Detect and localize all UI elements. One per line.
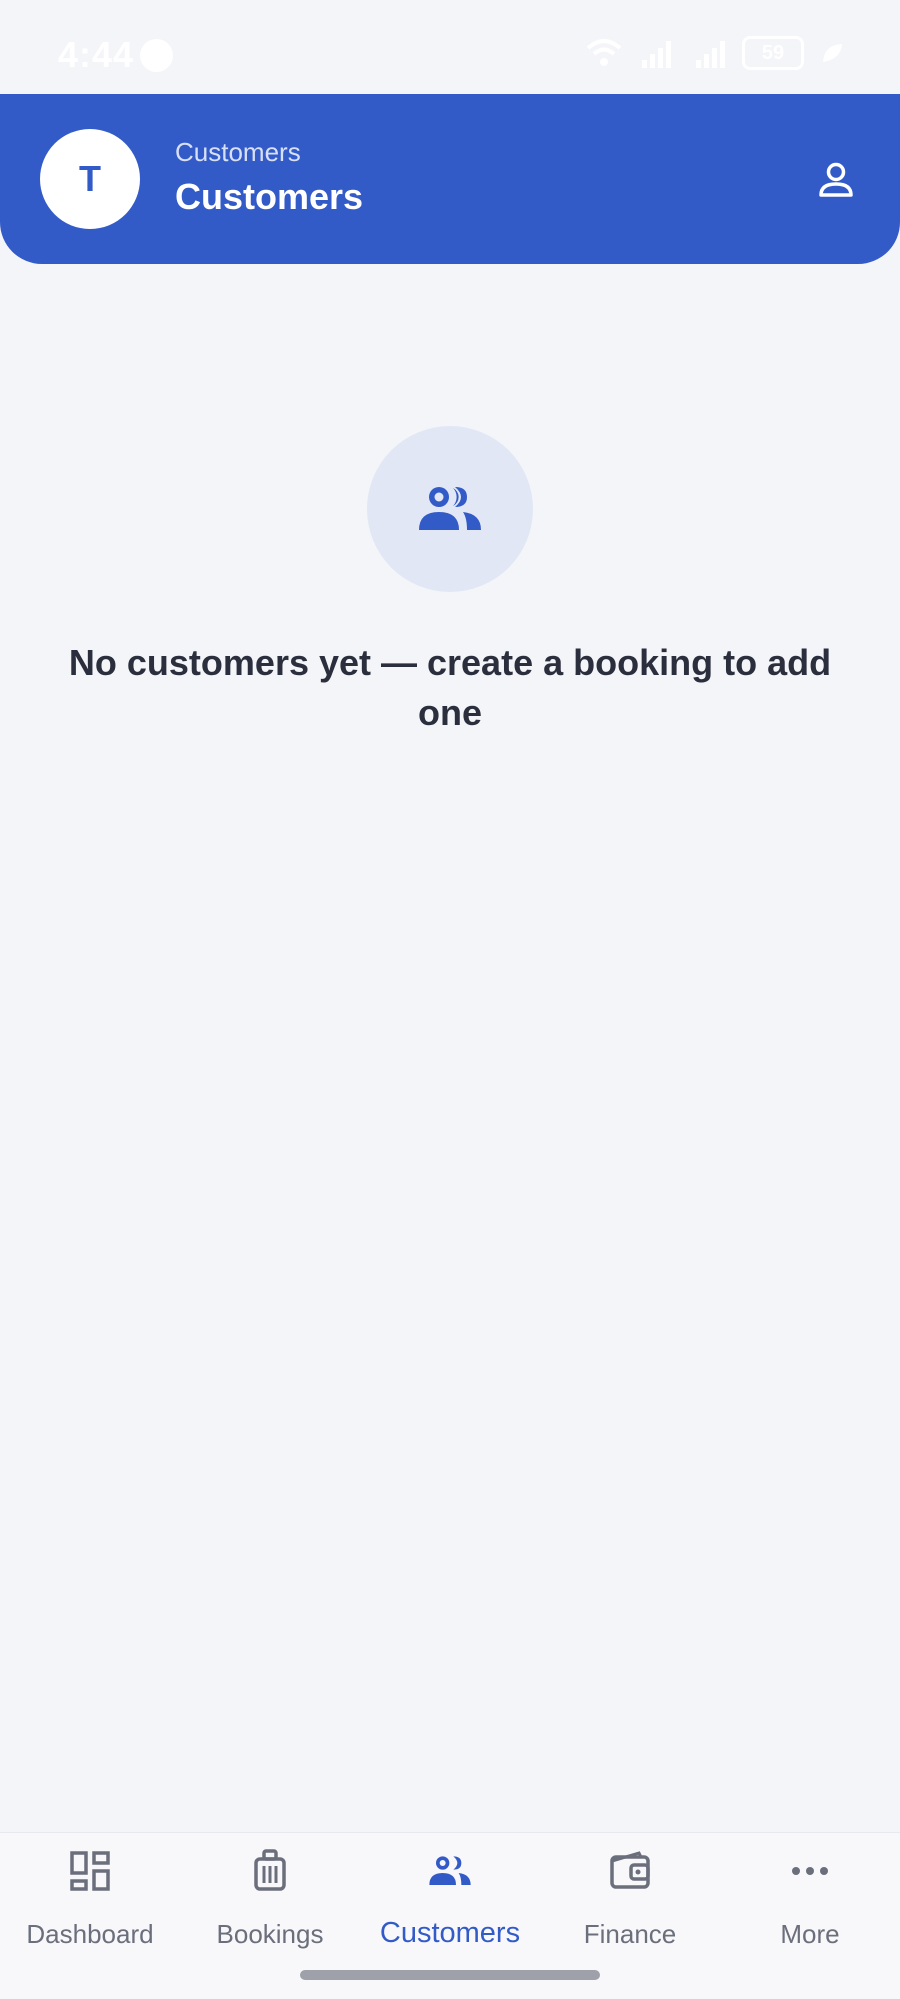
more-dots-icon	[792, 1867, 828, 1875]
nav-label-finance: Finance	[583, 1919, 677, 1949]
nav-label-more: More	[780, 1919, 840, 1949]
facebook-notification-icon	[140, 39, 173, 72]
leaf-icon	[823, 44, 842, 62]
nav-label-customers: Customers	[379, 1917, 521, 1949]
nav-label-dashboard: Dashboard	[26, 1919, 154, 1949]
page-title: Customers	[175, 176, 364, 217]
nav-item-bookings[interactable]: Bookings	[180, 1833, 360, 1953]
dashboard-icon	[70, 1851, 110, 1891]
battery-icon: 59	[742, 36, 804, 70]
wifi-icon	[586, 39, 622, 66]
status-icons: 59	[584, 36, 844, 70]
nav-item-dashboard[interactable]: Dashboard	[0, 1833, 180, 1953]
status-time: 4:44	[58, 34, 135, 75]
luggage-icon	[254, 1849, 286, 1891]
nav-item-customers[interactable]: Customers	[360, 1833, 540, 1953]
nav-item-finance[interactable]: Finance	[540, 1833, 720, 1953]
people-icon	[419, 487, 481, 530]
status-bar: 4:44 59	[0, 0, 900, 94]
home-indicator[interactable]	[300, 1970, 600, 1980]
profile-button[interactable]	[810, 154, 862, 206]
empty-state-message: No customers yet — create a booking to a…	[68, 642, 832, 733]
avatar[interactable]: T	[40, 129, 140, 229]
people-icon	[429, 1856, 471, 1885]
user-icon	[819, 162, 853, 197]
nav-item-more[interactable]: More	[720, 1833, 900, 1953]
header-subtitle: Customers	[175, 137, 301, 167]
wallet-icon	[610, 1851, 650, 1889]
nav-label-bookings: Bookings	[216, 1919, 324, 1949]
app-header: T Customers Customers	[0, 94, 900, 264]
signal-icon	[642, 41, 671, 68]
signal-icon-2	[696, 41, 725, 68]
empty-state-badge	[367, 426, 533, 592]
